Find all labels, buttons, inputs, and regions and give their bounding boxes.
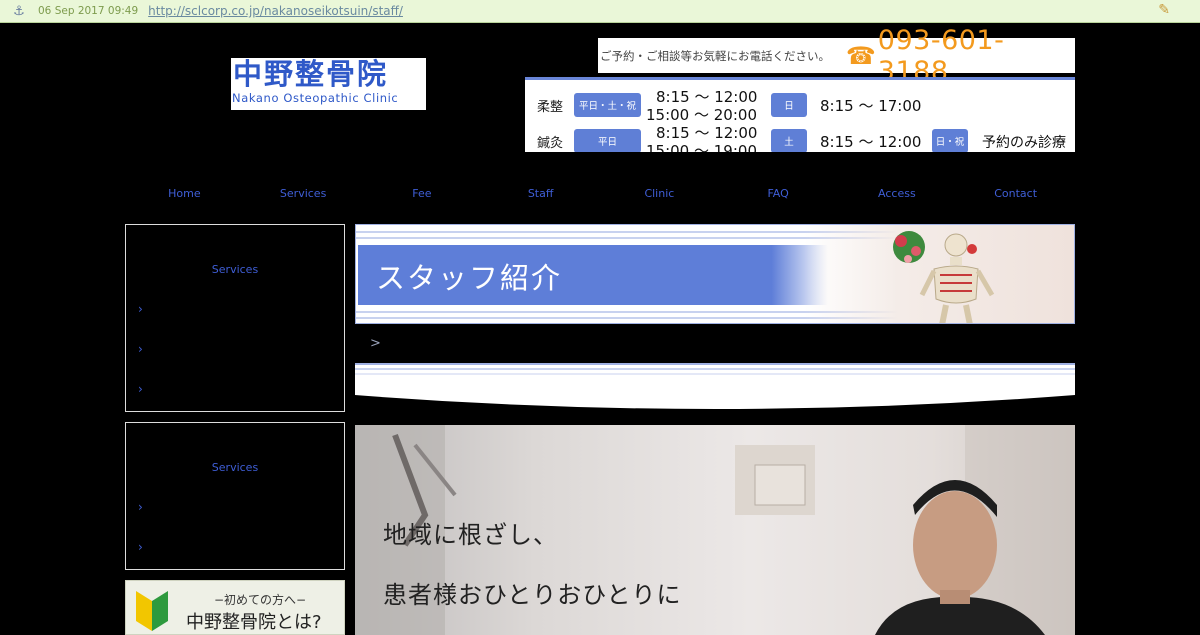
archive-logo-icon[interactable]: ⚓ [0,4,38,19]
judo-sunday-badge: 日 [771,93,807,117]
skeleton-model-image [804,225,1074,323]
acu-weekday-time-1: 8:15 ～ 12:00 [656,124,758,142]
judo-weekday-time-1: 8:15 ～ 12:00 [656,88,758,106]
hours-row-acupuncture: 鍼灸 平日 8:15 ～ 12:00 15:00 ～ 19:00 土 8:15 … [525,122,1075,152]
acu-holiday-note: 予約のみ診療 [982,135,1066,151]
judo-label: 柔整 [537,100,564,115]
staff-message-line-2: 患者様おひとりおひとりに [383,581,682,609]
site-logo[interactable]: 中野整骨院 Nakano Osteopathic Clinic [231,58,426,110]
logo-japanese: 中野整骨院 [233,57,389,91]
page-title-banner: スタッフ紹介 [355,224,1075,324]
staff-message-line-1: 地域に根ざし、 [383,521,558,549]
nav-contact[interactable]: Contact [956,185,1075,205]
acu-holiday-badge: 日・祝 [932,129,968,152]
nav-home[interactable]: Home [125,185,244,205]
sidebar-services-box-2: Services › › [125,422,345,570]
sidebar-box-1-link-3[interactable]: › [138,382,143,396]
section-divider [355,363,1075,425]
first-visit-subtitle: −初めての方へ− [214,593,307,607]
global-nav: Home Services Fee Staff Clinic FAQ Acces… [125,185,1075,205]
nav-access[interactable]: Access [838,185,957,205]
first-visit-banner[interactable]: −初めての方へ− 中野整骨院とは? [125,580,345,635]
archive-timestamp: 06 Sep 2017 09:49 [38,5,139,17]
beginner-mark-icon [136,591,168,631]
nav-staff[interactable]: Staff [481,185,600,205]
sidebar-box-1-link-2[interactable]: › [138,342,143,356]
archive-toolbar: ⚓ 06 Sep 2017 09:49 http://sclcorp.co.jp… [0,0,1200,23]
breadcrumb: > [370,336,381,351]
sidebar-box-2-link-1[interactable]: › [138,500,143,514]
sidebar-services-box-1: Services › › › [125,224,345,412]
acu-label: 鍼灸 [537,136,564,151]
skeleton-illustration [893,231,995,323]
staff-hero-photo: 地域に根ざし、 患者様おひとりおひとりに [355,425,1075,635]
phone-contact-text: ご予約・ご相談等お気軽にお電話ください。 [600,48,830,63]
judo-weekday-badge: 平日・土・祝 [574,93,641,117]
logo-english: Nakano Osteopathic Clinic [232,91,399,105]
nav-services[interactable]: Services [244,185,363,205]
archive-help-icon[interactable]: ✎ [1158,2,1170,18]
sidebar-box-2-title: Services [211,461,259,474]
acu-weekday-badge: 平日 [574,129,641,152]
phone-icon: ☎ [845,41,876,70]
page-title: スタッフ紹介 [376,261,563,295]
nav-faq[interactable]: FAQ [719,185,838,205]
divider-curve-graphic [355,365,1075,425]
archive-url-link[interactable]: http://sclcorp.co.jp/nakanoseikotsuin/st… [148,4,403,18]
acu-weekday-time-2: 15:00 ～ 19:00 [646,142,757,152]
acu-saturday-time: 8:15 ～ 12:00 [820,133,922,151]
hours-row-judo: 柔整 平日・土・祝 8:15 ～ 12:00 15:00 ～ 20:00 日 8… [525,86,1075,124]
opening-hours-table: 柔整 平日・土・祝 8:15 ～ 12:00 15:00 ～ 20:00 日 8… [525,77,1075,152]
sidebar-box-1-link-1[interactable]: › [138,302,143,316]
first-visit-title: 中野整骨院とは? [186,612,322,633]
nav-fee[interactable]: Fee [363,185,482,205]
acu-saturday-badge: 土 [771,129,807,152]
nav-clinic[interactable]: Clinic [600,185,719,205]
judo-sunday-time: 8:15 ～ 17:00 [820,97,922,115]
sidebar-box-2-link-2[interactable]: › [138,540,143,554]
sidebar-box-1-title: Services [211,263,259,276]
phone-contact-banner: ご予約・ご相談等お気軽にお電話ください。 ☎ 093-601-3188 [598,25,1075,87]
